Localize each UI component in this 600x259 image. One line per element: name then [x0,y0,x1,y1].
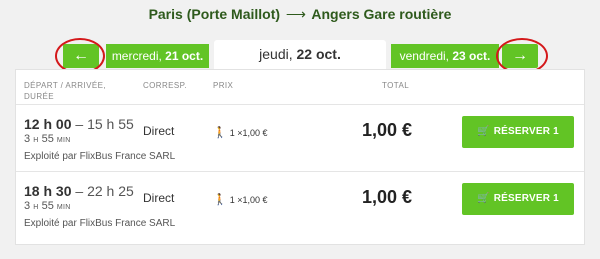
cart-icon: 🛒 [477,126,490,137]
correspondence-value: Direct [143,191,175,205]
previous-day-button[interactable]: ← [63,44,99,68]
column-header-departure-label: Départ / Arrivée, [24,81,106,90]
duration-minutes: 55 [41,200,54,212]
tab-next-weekday: vendredi, [399,49,449,63]
tab-previous-date: 21 oct. [165,49,204,63]
duration-hours-unit: H [33,137,39,144]
trip-times: 12 h 00 – 15 h 55 [24,116,134,132]
tab-current-date: 22 oct. [296,46,341,62]
departure-time: 18 h 30 [24,183,72,199]
time-separator: – [71,116,88,132]
route-title: Paris (Porte Maillot) ⟶ Angers Gare rout… [0,6,600,23]
time-separator: – [71,183,88,199]
column-header-departure: Départ / Arrivée, Durée [24,80,124,102]
arrival-time: 15 h 55 [87,116,134,132]
reserve-seat-label: RÉSERVER 1 SIÈGE [493,193,559,236]
column-header-duration-label: Durée [24,92,55,101]
operator-text: Exploité par FlixBus France SARL [24,218,176,229]
column-header-total: Total [382,81,410,90]
trip-row: 18 h 30 – 22 h 25 3 H 55 MIN Exploité pa… [16,172,584,238]
route-origin: Paris (Porte Maillot) [148,6,281,22]
trip-times: 18 h 30 – 22 h 25 [24,183,134,199]
total-price: 1,00 € [361,120,412,140]
next-day-button[interactable]: → [502,44,538,68]
duration-hours: 3 [24,200,31,212]
reserve-seat-label: RÉSERVER 1 SIÈGE [493,126,559,169]
price-value: 1 ×1,00 € [229,128,268,138]
tab-previous-day[interactable]: mercredi, 21 oct. [106,44,209,68]
route-destination: Angers Gare routière [311,6,452,22]
departure-time: 12 h 00 [24,116,72,132]
tab-next-date: 23 oct. [452,49,491,63]
duration-hours-unit: H [33,204,39,211]
price-detail: 🚶 1 ×1,00 € [213,126,268,139]
duration-minutes-unit: MIN [56,204,71,211]
person-icon: 🚶 [213,194,227,206]
route-arrow-icon: ⟶ [285,6,306,22]
total-price: 1,00 € [361,187,412,207]
tab-current-weekday: jeudi, [259,46,293,62]
person-icon: 🚶 [213,127,227,139]
tab-current-day: jeudi, 22 oct. [214,40,386,70]
price-value: 1 ×1,00 € [229,195,268,205]
trip-row: 12 h 00 – 15 h 55 3 H 55 MIN Exploité pa… [16,105,584,171]
tab-previous-weekday: mercredi, [111,49,162,63]
arrival-time: 22 h 25 [87,183,134,199]
price-detail: 🚶 1 ×1,00 € [213,193,268,206]
duration-minutes: 55 [41,133,54,145]
operator-text: Exploité par FlixBus France SARL [24,151,176,162]
column-header-price: Prix [213,81,234,90]
trip-duration: 3 H 55 MIN [24,200,71,212]
reserve-seat-button[interactable]: 🛒 RÉSERVER 1 SIÈGE [462,116,574,169]
cart-icon: 🛒 [477,193,490,204]
results-panel: Départ / Arrivée, Durée Corresp. Prix To… [15,69,585,245]
tab-next-day[interactable]: vendredi, 23 oct. [391,44,499,68]
reserve-seat-button[interactable]: 🛒 RÉSERVER 1 SIÈGE [462,183,574,236]
column-header-correspondence: Corresp. [143,81,187,90]
duration-hours: 3 [24,133,31,145]
correspondence-value: Direct [143,124,175,138]
duration-minutes-unit: MIN [56,137,71,144]
trip-duration: 3 H 55 MIN [24,133,71,145]
